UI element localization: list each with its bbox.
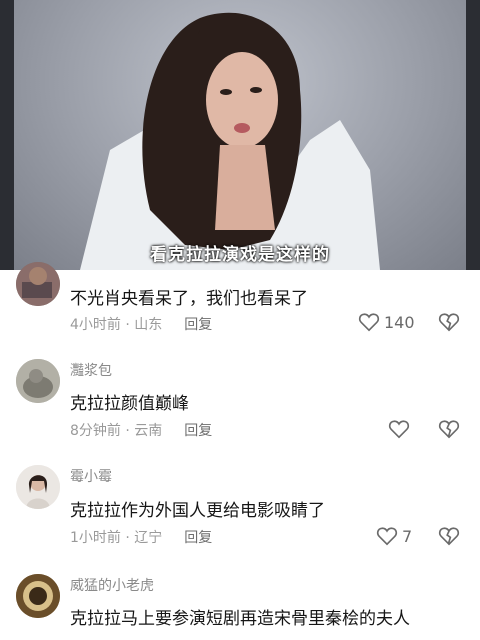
comment-text: 克拉拉作为外国人更给电影吸睛了 [70, 501, 325, 521]
comment-item: 霉小霉 克拉拉作为外国人更给电影吸睛了 1小时前 · 辽宁 回复 7 [0, 463, 480, 558]
comment-time: 4小时前 · 山东 [70, 317, 163, 333]
comment-text: 克拉拉马上要参演短剧再造宋骨里秦桧的夫人 [70, 609, 410, 629]
video-figure [80, 12, 380, 270]
heart-icon [358, 313, 380, 332]
avatar[interactable] [16, 262, 60, 306]
comment-meta: 8分钟前 · 云南 回复 [70, 420, 212, 440]
comment-text: 不光肖央看呆了，我们也看呆了 [70, 289, 308, 309]
heart-icon [388, 420, 410, 439]
like-button[interactable]: 7 [376, 526, 412, 546]
dislike-button[interactable] [438, 419, 460, 439]
comment-meta: 4小时前 · 山东 回复 [70, 314, 212, 334]
comment-username[interactable]: 威猛的小老虎 [70, 575, 154, 595]
broken-heart-icon [438, 420, 460, 439]
dislike-button[interactable] [438, 312, 460, 332]
broken-heart-icon [438, 527, 460, 546]
like-count: 7 [402, 526, 413, 546]
comment-username[interactable]: 灩浆包 [70, 360, 112, 380]
like-count: 140 [384, 312, 415, 332]
comment-meta: 1小时前 · 辽宁 回复 [70, 527, 212, 547]
like-button[interactable]: 140 [358, 312, 415, 332]
avatar[interactable] [16, 574, 60, 618]
video-frame [10, 0, 470, 270]
comment-item: 灩浆包 克拉拉颜值巅峰 8分钟前 · 云南 回复 [0, 357, 480, 447]
comment-item: 不光肖央看呆了，我们也看呆了 4小时前 · 山东 回复 140 [0, 262, 480, 344]
reply-button[interactable]: 回复 [184, 530, 212, 546]
broken-heart-icon [438, 313, 460, 332]
comment-time: 1小时前 · 辽宁 [70, 530, 163, 546]
comment-item: 威猛的小老虎 克拉拉马上要参演短剧再造宋骨里秦桧的夫人 [0, 572, 480, 640]
like-button[interactable] [388, 419, 414, 439]
comment-text: 克拉拉颜值巅峰 [70, 394, 189, 414]
heart-icon [376, 527, 398, 546]
video-player[interactable]: 看克拉拉演戏是这样的 [0, 0, 480, 270]
comment-time: 8分钟前 · 云南 [70, 423, 163, 439]
reply-button[interactable]: 回复 [184, 317, 212, 333]
dislike-button[interactable] [438, 526, 460, 546]
comment-username[interactable]: 霉小霉 [70, 466, 112, 486]
avatar[interactable] [16, 359, 60, 403]
video-border-left [0, 0, 14, 270]
video-border-right [466, 0, 480, 270]
reply-button[interactable]: 回复 [184, 423, 212, 439]
avatar[interactable] [16, 465, 60, 509]
